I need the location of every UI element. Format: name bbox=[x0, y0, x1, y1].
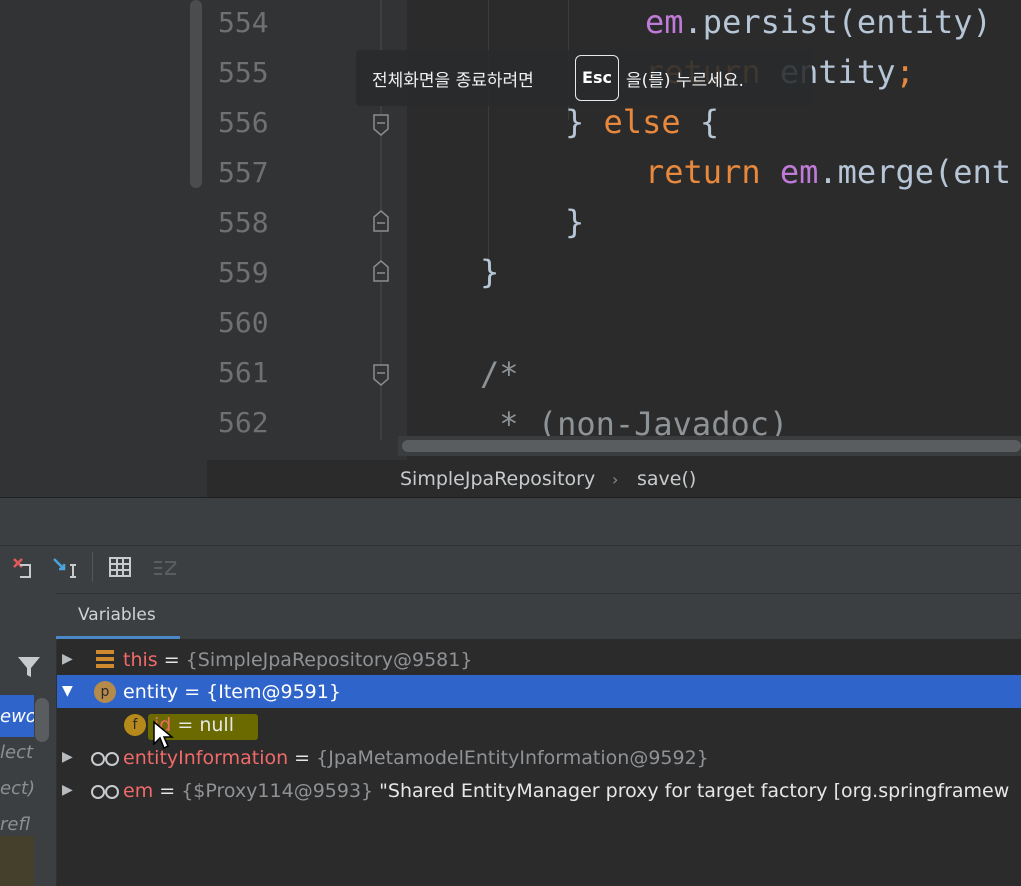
line-number: 555 bbox=[218, 56, 269, 89]
breadcrumb-separator: › bbox=[612, 470, 619, 489]
frame-item[interactable]: ect) bbox=[0, 778, 34, 799]
expand-arrow-icon[interactable]: ▶ bbox=[62, 782, 73, 798]
evaluate-table-icon[interactable] bbox=[106, 553, 136, 583]
esc-key-badge: Esc bbox=[575, 55, 619, 101]
trace-icon[interactable] bbox=[150, 553, 180, 583]
toolbar-divider bbox=[92, 552, 93, 582]
field-list-icon bbox=[95, 648, 115, 670]
expand-arrow-icon[interactable]: ▶ bbox=[62, 651, 73, 667]
code-line-557: return em.merge(ent bbox=[645, 153, 1012, 191]
fold-marker-icon[interactable] bbox=[372, 114, 390, 136]
code-line-556: } else { bbox=[565, 103, 720, 141]
horizontal-scroll-thumb[interactable] bbox=[402, 440, 1021, 452]
indent-guide bbox=[488, 0, 489, 270]
toast-text-suffix: 을(를) 누르세요. bbox=[626, 71, 744, 91]
step-into-cursor-icon[interactable] bbox=[50, 553, 80, 583]
expand-arrow-icon[interactable]: ▶ bbox=[62, 749, 73, 765]
code-line-561: /* bbox=[480, 355, 519, 393]
debug-panel-header bbox=[0, 497, 1021, 546]
watch-icon bbox=[90, 750, 120, 768]
fold-end-icon[interactable] bbox=[372, 210, 390, 232]
fold-end-icon[interactable] bbox=[372, 260, 390, 282]
variable-row[interactable]: entity = {Item@9591} bbox=[123, 681, 341, 703]
code-line-554: em.persist(entity) bbox=[645, 3, 992, 41]
mouse-cursor-icon bbox=[152, 720, 175, 750]
frame-item-highlight bbox=[0, 836, 34, 886]
breadcrumb-method[interactable]: save() bbox=[637, 468, 696, 490]
filter-icon[interactable] bbox=[16, 654, 42, 680]
collapse-arrow-icon[interactable]: ▼ bbox=[62, 683, 73, 699]
line-number: 562 bbox=[218, 406, 269, 439]
drop-frame-icon[interactable] bbox=[6, 553, 36, 583]
line-number: 560 bbox=[218, 306, 269, 339]
parameter-icon: p bbox=[94, 681, 116, 703]
variable-row[interactable]: this = {SimpleJpaRepository@9581} bbox=[123, 649, 472, 671]
frames-scrollbar[interactable] bbox=[35, 698, 49, 742]
watch-icon bbox=[90, 783, 120, 801]
variables-tabbar bbox=[56, 593, 1021, 640]
line-number: 561 bbox=[218, 356, 269, 389]
project-pane bbox=[0, 0, 207, 497]
field-icon: f bbox=[124, 714, 146, 736]
frame-item[interactable]: ewo bbox=[0, 706, 34, 727]
line-number: 554 bbox=[218, 6, 269, 39]
tab-variables[interactable]: Variables bbox=[78, 605, 156, 625]
fold-marker-icon[interactable] bbox=[372, 364, 390, 386]
frame-item[interactable]: refl bbox=[0, 814, 34, 835]
toast-text: 전체화면을 종료하려면 bbox=[372, 71, 534, 91]
line-number: 558 bbox=[218, 206, 269, 239]
line-number: 557 bbox=[218, 156, 269, 189]
breadcrumb-class[interactable]: SimpleJpaRepository bbox=[400, 468, 595, 490]
line-number: 556 bbox=[218, 106, 269, 139]
code-line-559: } bbox=[480, 253, 500, 291]
line-number: 559 bbox=[218, 256, 269, 289]
variable-row[interactable]: entityInformation = {JpaMetamodelEntityI… bbox=[123, 747, 709, 769]
project-scrollbar[interactable] bbox=[190, 0, 202, 188]
variable-row[interactable]: em = {$Proxy114@9593} "Shared EntityMana… bbox=[123, 780, 1021, 802]
frame-item[interactable]: lect bbox=[0, 742, 34, 763]
code-line-558: } bbox=[565, 203, 585, 241]
